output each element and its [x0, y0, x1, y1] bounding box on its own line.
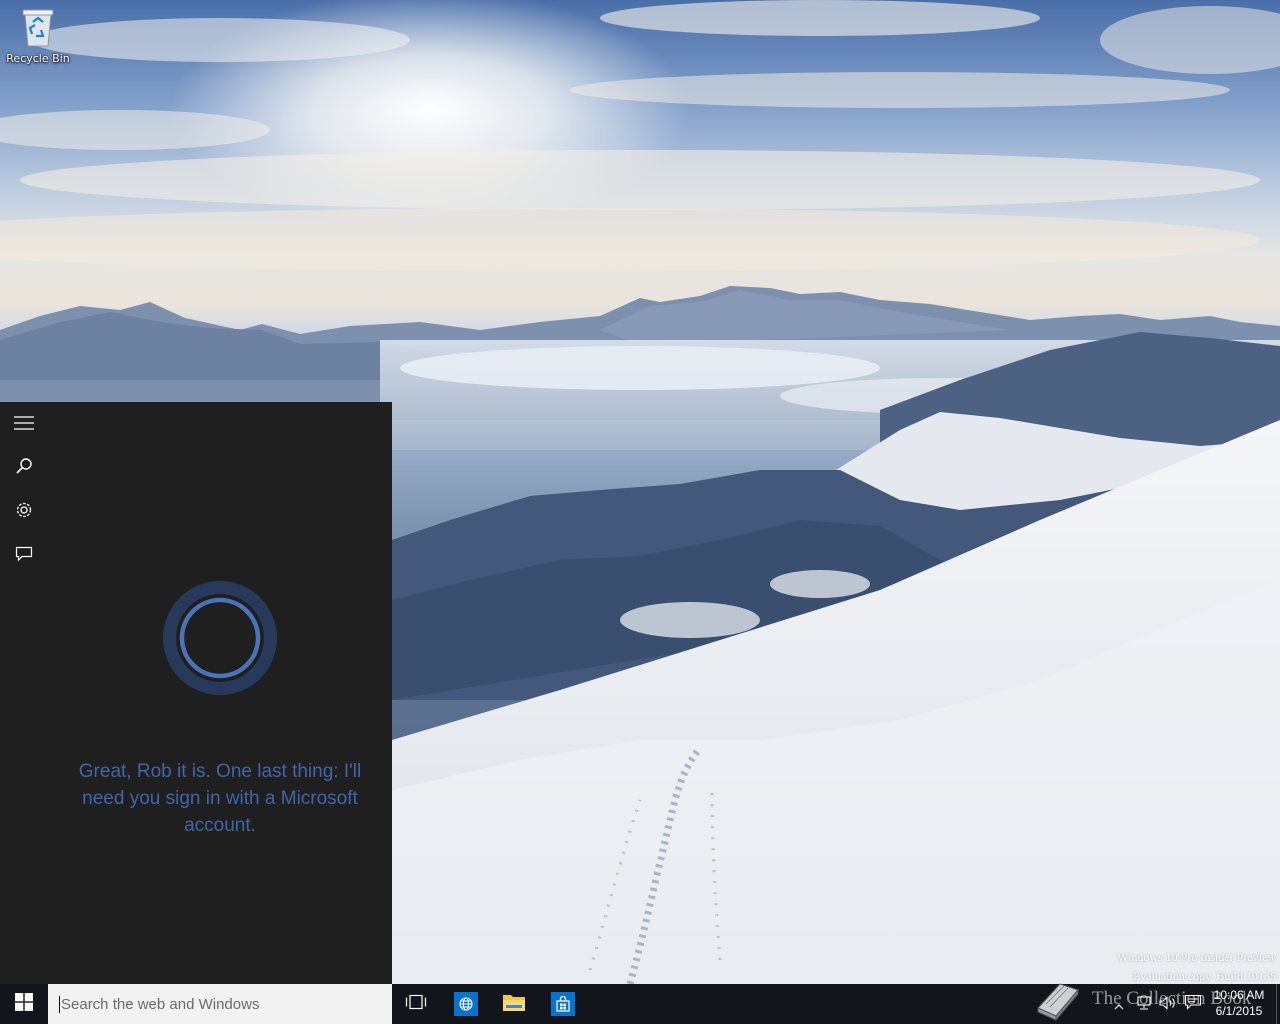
recycle-bin-icon	[21, 6, 55, 48]
clock-time: 10:06 AM	[1213, 988, 1265, 1002]
watermark-build: Evaluation copy. Build 10135	[1132, 969, 1276, 983]
desktop-icon-label: Recycle Bin	[6, 52, 70, 65]
text-caret	[59, 995, 60, 1013]
cortana-message: Great, Rob it is. One last thing: I'll n…	[78, 761, 362, 836]
action-center-icon	[1184, 994, 1202, 1014]
gear-icon	[15, 501, 33, 523]
volume-icon	[1159, 995, 1177, 1014]
volume-tray-button[interactable]	[1156, 984, 1180, 1024]
file-explorer-taskbar-button[interactable]	[490, 984, 538, 1024]
network-tray-button[interactable]	[1132, 984, 1156, 1024]
hamburger-menu-button[interactable]	[0, 402, 48, 446]
search-input[interactable]	[61, 992, 361, 1016]
watermark-edition: Windows 10 Pro Insider Preview	[1117, 950, 1276, 964]
store-taskbar-button[interactable]	[539, 984, 587, 1024]
tray-overflow-button[interactable]	[1108, 984, 1130, 1024]
search-rail-button[interactable]	[0, 446, 48, 490]
windows-logo-icon	[15, 993, 33, 1015]
search-icon	[15, 457, 33, 479]
cortana-panel: Great, Rob it is. One last thing: I'll n…	[0, 402, 392, 984]
desktop-icon-recycle-bin[interactable]: Recycle Bin	[2, 6, 74, 76]
taskbar: 10:06 AM 6/1/2015	[0, 984, 1280, 1024]
taskbar-search-box[interactable]	[48, 984, 392, 1024]
action-center-button[interactable]	[1180, 984, 1206, 1024]
evaluation-watermark: Windows 10 Pro Insider Preview Evaluatio…	[1117, 948, 1276, 984]
feedback-icon	[15, 546, 33, 566]
hamburger-icon	[14, 415, 34, 434]
clock-date: 6/1/2015	[1215, 1004, 1263, 1018]
task-view-icon	[405, 994, 427, 1014]
settings-rail-button[interactable]	[0, 490, 48, 534]
feedback-rail-button[interactable]	[0, 534, 48, 578]
show-desktop-button[interactable]	[1276, 984, 1280, 1024]
cortana-logo-icon	[162, 580, 278, 696]
folder-icon	[502, 991, 526, 1017]
taskbar-clock[interactable]: 10:06 AM 6/1/2015	[1206, 987, 1272, 1019]
globe-icon	[454, 992, 478, 1016]
start-button[interactable]	[0, 984, 48, 1024]
browser-taskbar-button[interactable]	[442, 984, 490, 1024]
chevron-up-icon	[1114, 995, 1124, 1014]
store-icon	[551, 992, 575, 1016]
task-view-button[interactable]	[392, 984, 440, 1024]
network-icon	[1136, 995, 1152, 1014]
